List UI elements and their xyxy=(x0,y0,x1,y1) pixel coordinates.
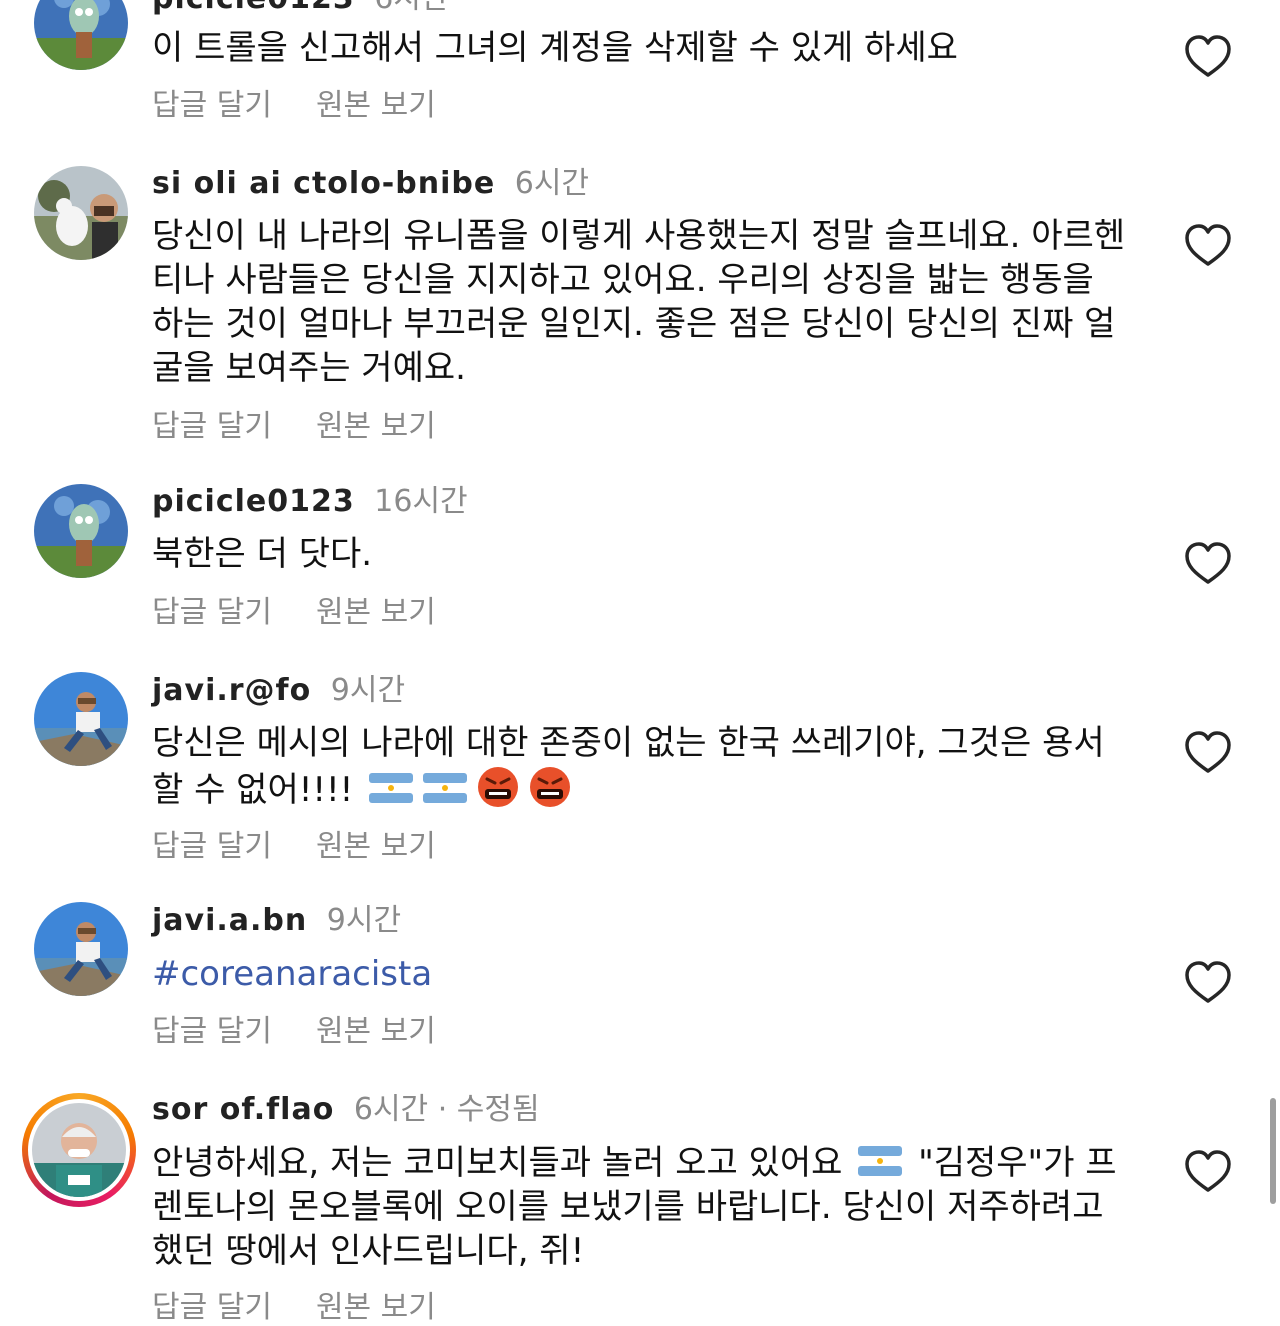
scrollbar-thumb[interactable] xyxy=(1270,1098,1276,1204)
comment-actions: 답글 달기 원본 보기 xyxy=(152,88,436,124)
timestamp: 6시간 · 수정됨 xyxy=(353,1092,540,1127)
username[interactable]: sor of.flao xyxy=(152,1092,334,1127)
comment-meta: si oli ai ctolo-bnibe 6시간 xyxy=(152,167,589,201)
avatar-with-story-ring[interactable] xyxy=(22,1093,136,1207)
comment-text: 북한은 더 닷다. xyxy=(152,534,373,574)
see-original-button[interactable]: 원본 보기 xyxy=(316,1290,436,1325)
heart-icon[interactable] xyxy=(1183,33,1233,79)
username[interactable]: picicle0123 xyxy=(152,484,355,519)
heart-icon[interactable] xyxy=(1183,222,1233,268)
avatar[interactable] xyxy=(34,902,128,996)
avatar[interactable] xyxy=(34,0,128,70)
see-original-button[interactable]: 원본 보기 xyxy=(316,409,436,444)
comment-actions: 답글 달기 원본 보기 xyxy=(152,1014,436,1050)
squidward-avatar-image xyxy=(34,484,128,578)
reply-button[interactable]: 답글 달기 xyxy=(152,595,272,630)
comment-actions: 답글 달기 원본 보기 xyxy=(152,595,436,631)
comment-actions: 답글 달기 원본 보기 xyxy=(152,409,436,445)
older-man-avatar-image xyxy=(32,1103,126,1197)
see-original-button[interactable]: 원본 보기 xyxy=(316,829,436,864)
heart-icon[interactable] xyxy=(1183,540,1233,586)
username[interactable]: javi.a.bn xyxy=(152,903,307,938)
comment-text: 당신은 메시의 나라에 대한 존중이 없는 한국 쓰레기야, 그것은 용서할 수… xyxy=(152,721,1132,812)
comment-text: 안녕하세요, 저는 코미보치들과 놀러 오고 있어요 "김정우"가 프렌토나의 … xyxy=(152,1141,1132,1273)
reply-button[interactable]: 답글 달기 xyxy=(152,409,272,444)
reply-button[interactable]: 답글 달기 xyxy=(152,88,272,123)
username[interactable]: javi.r@fo xyxy=(152,673,311,708)
see-original-button[interactable]: 원본 보기 xyxy=(316,595,436,630)
username[interactable]: picicle0123 xyxy=(152,0,355,16)
reply-button[interactable]: 답글 달기 xyxy=(152,1290,272,1325)
comment-meta: picicle0123 6시간 xyxy=(152,0,449,16)
man-on-rocks-avatar-image xyxy=(34,902,128,996)
avatar[interactable] xyxy=(34,672,128,766)
heart-icon[interactable] xyxy=(1183,959,1233,1005)
comment-meta: javi.r@fo 9시간 xyxy=(152,674,405,708)
story-ring-gap xyxy=(28,1099,130,1201)
argentina-flag-icon xyxy=(423,773,468,803)
argentina-flag-icon xyxy=(858,1146,903,1176)
timestamp: 6시간 xyxy=(514,166,590,201)
comment-meta: sor of.flao 6시간 · 수정됨 xyxy=(152,1093,540,1127)
see-original-button[interactable]: 원본 보기 xyxy=(316,1014,436,1049)
hashtag-link[interactable]: #coreanaracista xyxy=(152,952,1132,996)
timestamp: 6시간 xyxy=(374,0,448,16)
timestamp: 16시간 xyxy=(374,484,468,519)
reply-button[interactable]: 답글 달기 xyxy=(152,829,272,864)
comment-text: 이 트롤을 신고해서 그녀의 계정을 삭제할 수 있게 하세요 xyxy=(152,28,958,68)
avatar[interactable] xyxy=(34,484,128,578)
timestamp: 9시간 xyxy=(330,673,406,708)
comment-text-content: 당신은 메시의 나라에 대한 존중이 없는 한국 쓰레기야, 그것은 용서할 수… xyxy=(152,723,1105,810)
timestamp: 9시간 xyxy=(326,903,402,938)
reply-button[interactable]: 답글 달기 xyxy=(152,1014,272,1049)
comment-text: 당신이 내 나라의 유니폼을 이렇게 사용했는지 정말 슬프네요. 아르헨티나 … xyxy=(152,216,1126,388)
face-with-symbols-icon xyxy=(478,767,519,807)
heart-icon[interactable] xyxy=(1183,729,1233,775)
man-with-goose-avatar-image xyxy=(34,166,128,260)
man-on-rocks-avatar-image xyxy=(34,672,128,766)
avatar[interactable] xyxy=(34,166,128,260)
squidward-avatar-image xyxy=(34,0,128,70)
see-original-button[interactable]: 원본 보기 xyxy=(316,88,436,123)
heart-icon[interactable] xyxy=(1183,1148,1233,1194)
face-with-symbols-icon xyxy=(530,767,571,807)
comment-meta: javi.a.bn 9시간 xyxy=(152,904,401,938)
comment-actions: 답글 달기 원본 보기 xyxy=(152,1290,436,1326)
comment-actions: 답글 달기 원본 보기 xyxy=(152,829,436,865)
comment-text-part1: 안녕하세요, 저는 코미보치들과 놀러 오고 있어요 xyxy=(152,1143,843,1183)
argentina-flag-icon xyxy=(369,773,414,803)
username[interactable]: si oli ai ctolo-bnibe xyxy=(152,166,495,201)
comment-meta: picicle0123 16시간 xyxy=(152,485,468,519)
